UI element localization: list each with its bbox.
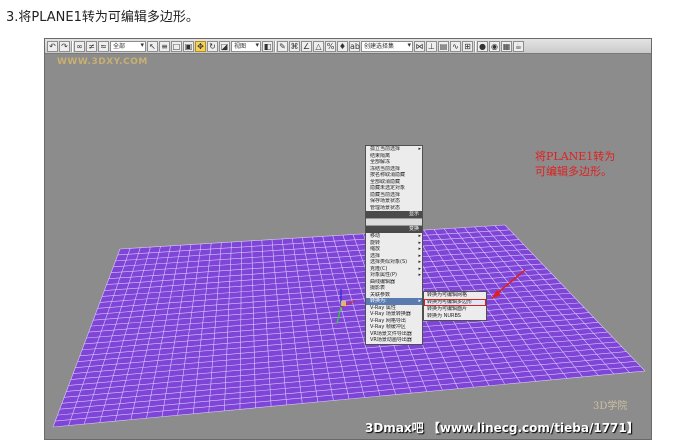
quad-menu-header-transform: 变换 bbox=[366, 226, 422, 233]
quad-menu: 孤立当前选择结束隔离全部解冻冻结当前选择按名称取消隐藏全部取消隐藏隐藏未选定对象… bbox=[365, 145, 423, 345]
perspective-viewport[interactable] bbox=[45, 39, 652, 440]
convert-to-submenu: 转换为可编辑网格 转换为可编辑多边形 转换为可编辑面片 转换为 NURBS bbox=[423, 291, 487, 321]
quad-menu-transform-section: 移动旋转缩放选择选择类似对象(S)克隆(C)对象属性(P)曲线编辑器摄影表关联参… bbox=[366, 233, 422, 344]
3dsmax-window: ↶ ↷ ∞ ≠ ≈ 全部 ↖ ≡ □ ▣ ✥ ↻ ◪ 视图 ◧ ✎ ⌘ ∠ △ … bbox=[44, 38, 652, 440]
watermark-bottom: 3Dmax吧 【www.linecg.com/tieba/1771】 bbox=[365, 421, 639, 435]
menu-item[interactable]: VR场景动画导出器 bbox=[366, 337, 422, 344]
submenu-item[interactable]: 转换为可编辑网格 bbox=[424, 292, 486, 299]
quad-menu-display-section: 孤立当前选择结束隔离全部解冻冻结当前选择按名称取消隐藏全部取消隐藏隐藏未选定对象… bbox=[366, 146, 422, 211]
step-title: 3.将PLANE1转为可编辑多边形。 bbox=[6, 10, 199, 25]
submenu-item[interactable]: 转换为 NURBS bbox=[424, 313, 486, 320]
quad-menu-divider bbox=[366, 218, 422, 226]
step-annotation: 将PLANE1转为可编辑多边形。 bbox=[535, 150, 616, 178]
quad-menu-header-display: 显示 bbox=[366, 211, 422, 218]
submenu-item[interactable]: 转换为可编辑面片 bbox=[424, 306, 486, 313]
logo-watermark: 3D学院 bbox=[593, 401, 628, 412]
submenu-item[interactable]: 转换为可编辑多边形 bbox=[424, 299, 486, 306]
menu-item[interactable]: 管理场景状态 bbox=[366, 205, 422, 212]
